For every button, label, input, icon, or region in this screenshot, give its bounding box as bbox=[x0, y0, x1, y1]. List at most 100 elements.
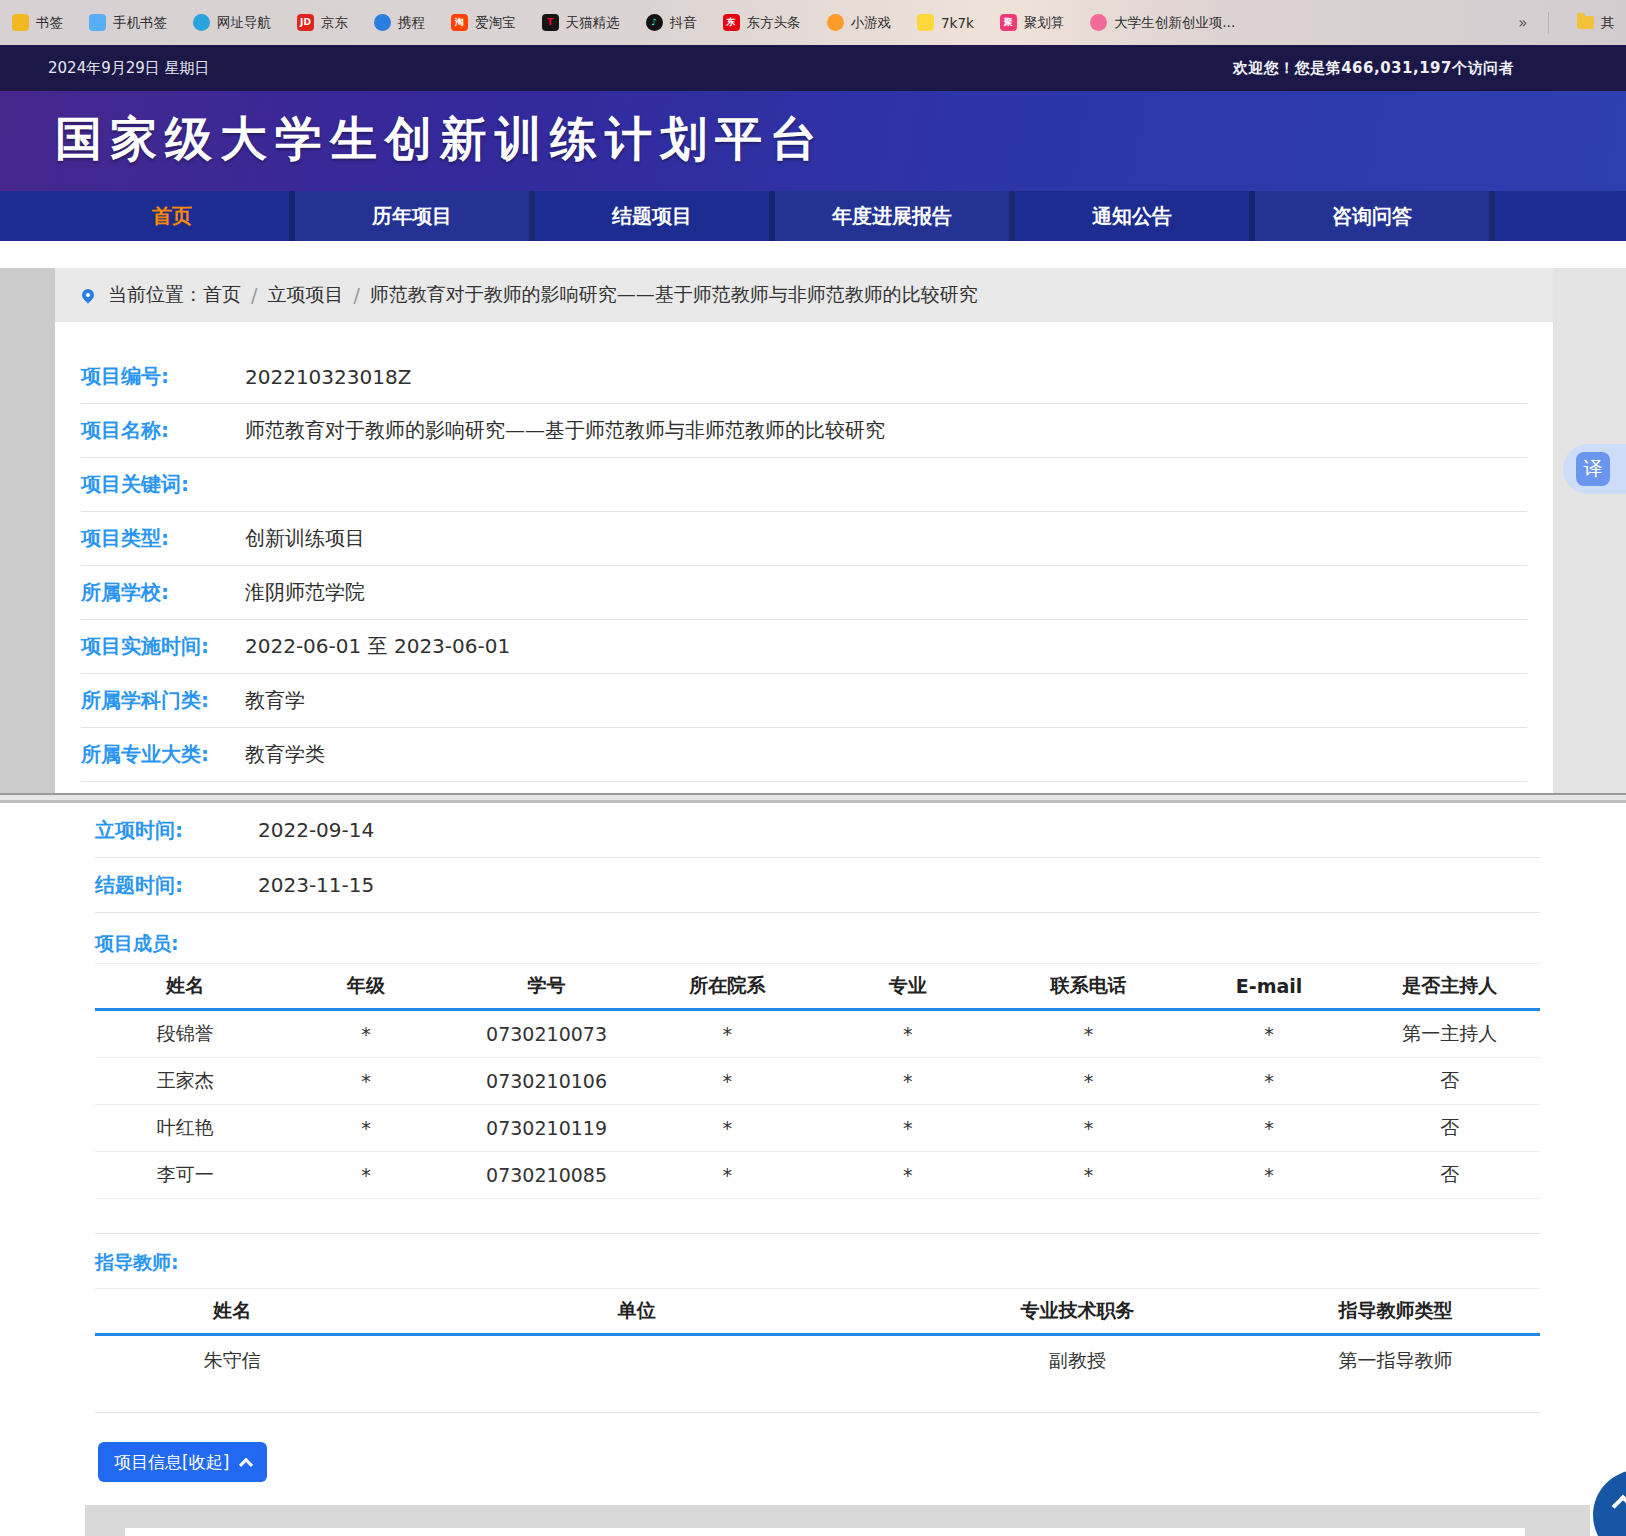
other-bookmarks-label: 其 bbox=[1601, 14, 1615, 32]
field-row: 项目实施时间: 2022-06-01 至 2023-06-01 bbox=[81, 620, 1527, 674]
nav-item[interactable]: 历年项目 bbox=[295, 191, 535, 241]
bookmark-item[interactable]: T 天猫精选 bbox=[542, 14, 620, 32]
field-row: 立项时间: 2022-09-14 bbox=[95, 803, 1540, 858]
field-row: 所属专业大类: 教育学类 bbox=[81, 728, 1527, 782]
bookmark-item[interactable]: 东 东方头条 bbox=[723, 14, 801, 32]
visitor-counter: 欢迎您！您是第466,031,197个访问者 bbox=[1233, 59, 1514, 78]
nav-item[interactable]: 咨询问答 bbox=[1255, 191, 1495, 241]
site-title: 国家级大学生创新训练计划平台 bbox=[55, 108, 825, 171]
bookmark-label: 手机书签 bbox=[113, 14, 167, 32]
bookmark-label: 抖音 bbox=[670, 14, 697, 32]
nav-item[interactable]: 通知公告 bbox=[1015, 191, 1255, 241]
translate-tab[interactable]: 译 bbox=[1563, 444, 1626, 494]
members-column-header: 学号 bbox=[456, 973, 637, 999]
bookmark-item[interactable]: 淘 爱淘宝 bbox=[451, 14, 516, 32]
section-separator bbox=[95, 1412, 1540, 1413]
nav-item[interactable]: 结题项目 bbox=[535, 191, 775, 241]
breadcrumb-separator: / bbox=[353, 284, 359, 306]
breadcrumb-current: 师范教育对于教师的影响研究——基于师范教师与非师范教师的比较研究 bbox=[370, 282, 978, 308]
nav-item[interactable]: 首页 bbox=[55, 191, 295, 241]
bookmark-item[interactable]: 大学生创新创业项... bbox=[1090, 14, 1235, 32]
field-value: 2023-11-15 bbox=[258, 873, 374, 897]
bookmark-favicon-icon bbox=[1090, 14, 1107, 31]
member-cell: 李可一 bbox=[95, 1162, 276, 1188]
bookmark-label: 网址导航 bbox=[217, 14, 271, 32]
other-bookmarks-folder-icon[interactable] bbox=[1577, 16, 1594, 29]
bookmark-label: 大学生创新创业项... bbox=[1114, 14, 1235, 32]
field-row: 所属学校: 淮阴师范学院 bbox=[81, 566, 1527, 620]
bookmark-label: 京东 bbox=[321, 14, 348, 32]
field-label: 立项时间: bbox=[95, 817, 258, 844]
advisor-column-header: 指导教师类型 bbox=[1251, 1298, 1540, 1324]
field-value: 202210323018Z bbox=[245, 365, 411, 389]
members-column-header: E-mail bbox=[1179, 975, 1360, 997]
bookmarks-divider bbox=[1548, 12, 1549, 34]
bookmark-label: 东方头条 bbox=[747, 14, 801, 32]
bookmark-label: 携程 bbox=[398, 14, 425, 32]
advisor-cell: 第一指导教师 bbox=[1251, 1348, 1540, 1374]
bookmark-item[interactable]: ♪ 抖音 bbox=[646, 14, 697, 32]
bookmark-item[interactable]: 7k7k bbox=[917, 14, 974, 31]
bookmark-item[interactable]: 网址导航 bbox=[193, 14, 271, 32]
member-cell: * bbox=[276, 1117, 457, 1139]
member-cell: 0730210119 bbox=[456, 1117, 637, 1139]
advisor-column-header: 专业技术职务 bbox=[904, 1298, 1251, 1324]
bookmark-item[interactable]: 聚 聚划算 bbox=[1000, 14, 1065, 32]
member-cell: * bbox=[1179, 1117, 1360, 1139]
bookmark-favicon-icon bbox=[89, 14, 106, 31]
member-cell: * bbox=[998, 1164, 1179, 1186]
member-cell: * bbox=[1179, 1164, 1360, 1186]
bookmark-label: 聚划算 bbox=[1024, 14, 1065, 32]
members-column-header: 联系电话 bbox=[998, 973, 1179, 999]
main-nav: 首页历年项目结题项目年度进展报告通知公告咨询问答 bbox=[0, 191, 1626, 241]
member-cell: * bbox=[637, 1070, 818, 1092]
bookmark-item[interactable]: JD 京东 bbox=[297, 14, 348, 32]
breadcrumb-section[interactable]: 立项项目 bbox=[267, 282, 343, 308]
bookmarks-overflow-icon[interactable]: » bbox=[1518, 14, 1527, 32]
members-column-header: 专业 bbox=[818, 973, 999, 999]
section-separator bbox=[95, 1233, 1540, 1234]
bookmark-favicon-icon bbox=[12, 14, 29, 31]
field-row: 结题时间: 2023-11-15 bbox=[95, 858, 1540, 913]
bookmark-favicon-icon bbox=[917, 14, 934, 31]
next-section-panel bbox=[85, 1505, 1590, 1536]
field-value: 教育学类 bbox=[245, 741, 325, 768]
member-cell: 王家杰 bbox=[95, 1068, 276, 1094]
field-label: 所属专业大类: bbox=[81, 741, 245, 768]
member-cell: 否 bbox=[1359, 1162, 1540, 1188]
breadcrumb-prefix: 当前位置： bbox=[108, 282, 203, 308]
advisors-section-label: 指导教师: bbox=[95, 1250, 179, 1276]
member-cell: * bbox=[1179, 1070, 1360, 1092]
bookmark-item[interactable]: 书签 bbox=[12, 14, 63, 32]
members-column-header: 所在院系 bbox=[637, 973, 818, 999]
member-cell: * bbox=[998, 1023, 1179, 1045]
field-label: 项目编号: bbox=[81, 363, 245, 390]
bookmark-label: 天猫精选 bbox=[566, 14, 620, 32]
field-row: 所属学科门类: 教育学 bbox=[81, 674, 1527, 728]
member-cell: * bbox=[818, 1117, 999, 1139]
members-column-header: 年级 bbox=[276, 973, 457, 999]
field-value: 2022-09-14 bbox=[258, 818, 374, 842]
bookmark-item[interactable]: 手机书签 bbox=[89, 14, 167, 32]
bookmark-favicon-icon: 东 bbox=[723, 14, 740, 31]
nav-item[interactable]: 年度进展报告 bbox=[775, 191, 1015, 241]
content-area-top: 当前位置： 首页 / 立项项目 / 师范教育对于教师的影响研究——基于师范教师与… bbox=[0, 268, 1626, 795]
members-table: 姓名年级学号所在院系专业联系电话E-mail是否主持人 段锦誉 * 073021… bbox=[95, 963, 1540, 1199]
bookmark-favicon-icon: 聚 bbox=[1000, 14, 1017, 31]
field-value: 淮阴师范学院 bbox=[245, 579, 365, 606]
collapse-project-info-button[interactable]: 项目信息[收起] bbox=[98, 1442, 267, 1482]
field-label: 项目类型: bbox=[81, 525, 245, 552]
member-cell: * bbox=[1179, 1023, 1360, 1045]
field-label: 结题时间: bbox=[95, 872, 258, 899]
bookmark-item[interactable]: 小游戏 bbox=[827, 14, 892, 32]
bookmark-item[interactable]: 携程 bbox=[374, 14, 425, 32]
screenshot-seam bbox=[0, 793, 1626, 803]
member-row: 段锦誉 * 0730210073 * * * * 第一主持人 bbox=[95, 1011, 1540, 1058]
member-cell: 第一主持人 bbox=[1359, 1021, 1540, 1047]
field-value: 2022-06-01 至 2023-06-01 bbox=[245, 633, 510, 660]
member-cell: 0730210085 bbox=[456, 1164, 637, 1186]
member-cell: * bbox=[818, 1023, 999, 1045]
member-cell: * bbox=[998, 1070, 1179, 1092]
members-column-header: 是否主持人 bbox=[1359, 973, 1540, 999]
breadcrumb-home[interactable]: 首页 bbox=[203, 282, 241, 308]
